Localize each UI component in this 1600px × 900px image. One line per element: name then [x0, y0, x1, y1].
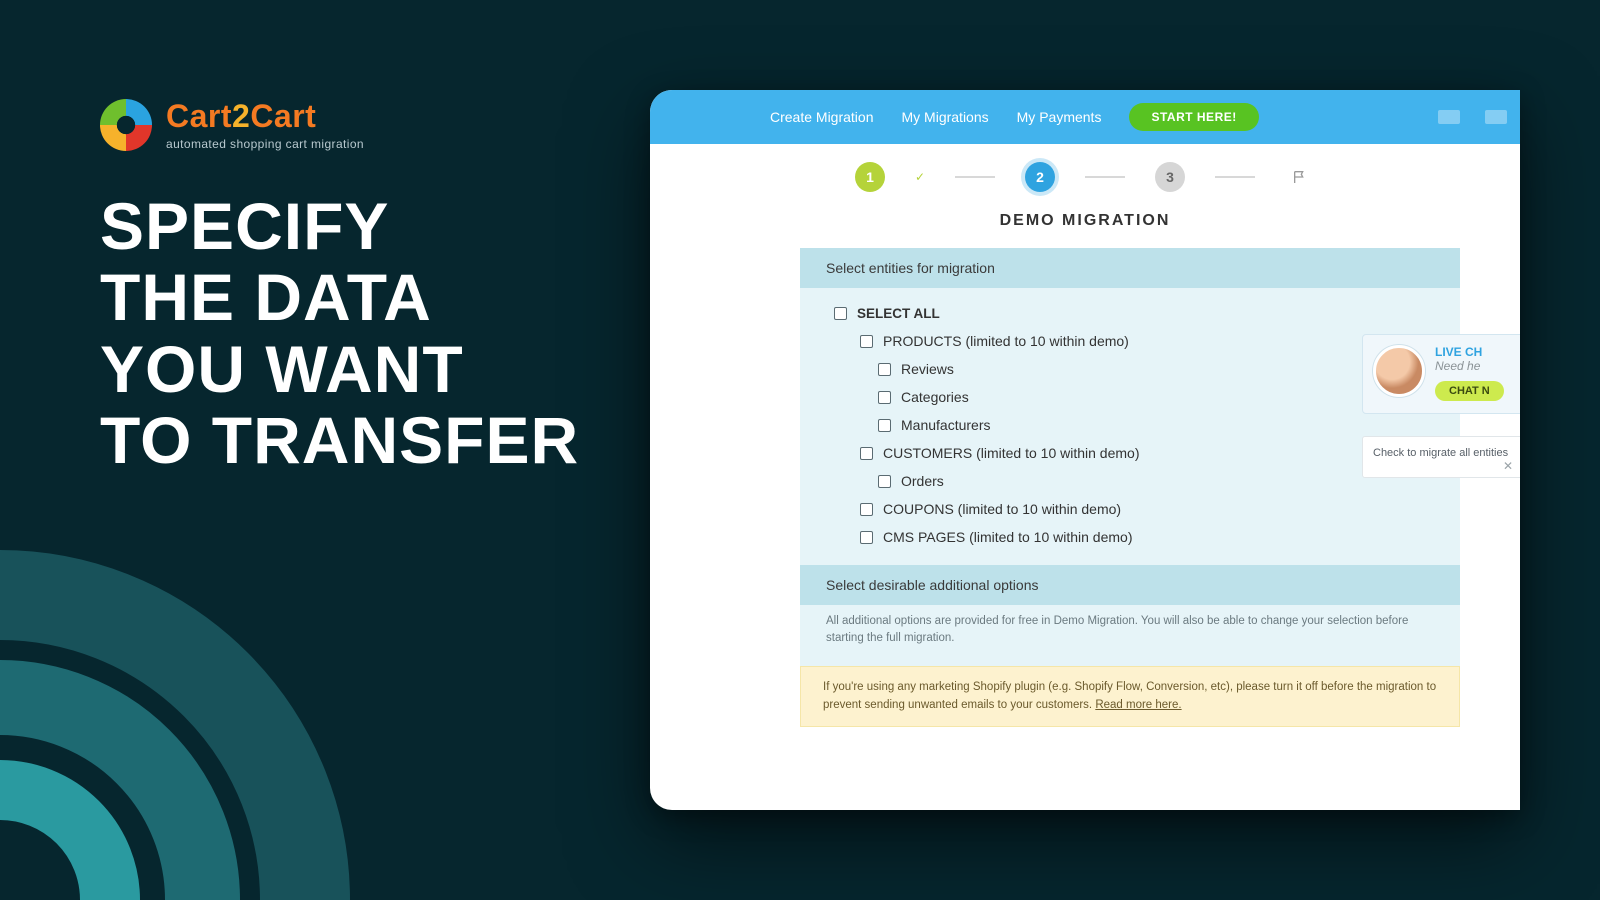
select-all-row[interactable]: SELECT ALL: [808, 300, 1452, 327]
products-label: PRODUCTS (limited to 10 within demo): [883, 333, 1129, 349]
brand-part2: 2: [232, 98, 250, 134]
customers-checkbox[interactable]: [860, 447, 873, 460]
entity-customers-row[interactable]: CUSTOMERS (limited to 10 within demo): [808, 439, 1452, 467]
close-icon[interactable]: ✕: [1503, 459, 1513, 473]
topbar: Create Migration My Migrations My Paymen…: [650, 90, 1520, 144]
nav-my-migrations[interactable]: My Migrations: [902, 109, 989, 125]
headline-line-4: TO TRANSFER: [100, 405, 620, 476]
coupons-label: COUPONS (limited to 10 within demo): [883, 501, 1121, 517]
entity-manufacturers-row[interactable]: Manufacturers: [808, 411, 1452, 439]
chat-title: LIVE CH: [1435, 345, 1504, 359]
live-chat-card[interactable]: LIVE CH Need he CHAT N: [1362, 334, 1520, 414]
side-widgets: LIVE CH Need he CHAT N Check to migrate …: [1362, 334, 1520, 478]
brand-tagline: automated shopping cart migration: [166, 137, 364, 151]
nav-my-payments[interactable]: My Payments: [1017, 109, 1102, 125]
step-1-label: 1: [866, 169, 874, 185]
step-finish[interactable]: [1285, 162, 1315, 192]
step-2-label: 2: [1036, 169, 1044, 185]
step-2[interactable]: 2: [1025, 162, 1055, 192]
chat-now-button[interactable]: CHAT N: [1435, 381, 1504, 401]
brand-name: Cart2Cart: [166, 98, 364, 135]
categories-checkbox[interactable]: [878, 391, 891, 404]
cms-checkbox[interactable]: [860, 531, 873, 544]
products-checkbox[interactable]: [860, 335, 873, 348]
start-here-button[interactable]: START HERE!: [1129, 103, 1258, 131]
headline-line-3: YOU WANT: [100, 334, 620, 405]
nav-create-migration[interactable]: Create Migration: [770, 109, 874, 125]
headline-line-1: SPECIFY: [100, 191, 620, 262]
topbar-right-placeholder: [1425, 90, 1520, 144]
hint-text: Check to migrate all entities: [1373, 447, 1508, 459]
step-divider: [955, 176, 995, 178]
hint-tooltip: Check to migrate all entities ✕: [1362, 436, 1520, 478]
check-icon: ✓: [915, 170, 925, 184]
logo-icon: [100, 99, 152, 151]
entities-section: Select entities for migration SELECT ALL…: [800, 248, 1460, 666]
headline-line-2: THE DATA: [100, 262, 620, 333]
stepper: 1 ✓ 2 3: [650, 158, 1520, 198]
select-all-checkbox[interactable]: [834, 307, 847, 320]
promo-panel: Cart2Cart automated shopping cart migrat…: [100, 98, 620, 476]
entity-reviews-row[interactable]: Reviews: [808, 355, 1452, 383]
headline: SPECIFY THE DATA YOU WANT TO TRANSFER: [100, 191, 620, 476]
options-note: All additional options are provided for …: [800, 605, 1460, 666]
entity-orders-row[interactable]: Orders: [808, 467, 1452, 495]
entity-categories-row[interactable]: Categories: [808, 383, 1452, 411]
logo: Cart2Cart automated shopping cart migrat…: [100, 98, 620, 151]
brand-part3: Cart: [250, 98, 316, 134]
orders-checkbox[interactable]: [878, 475, 891, 488]
cms-label: CMS PAGES (limited to 10 within demo): [883, 529, 1133, 545]
reviews-label: Reviews: [901, 361, 954, 377]
reviews-checkbox[interactable]: [878, 363, 891, 376]
coupons-checkbox[interactable]: [860, 503, 873, 516]
select-all-label: SELECT ALL: [857, 306, 940, 321]
step-divider: [1215, 176, 1255, 178]
step-1[interactable]: 1: [855, 162, 885, 192]
step-divider: [1085, 176, 1125, 178]
step-3[interactable]: 3: [1155, 162, 1185, 192]
entities-header: Select entities for migration: [800, 248, 1460, 288]
customers-label: CUSTOMERS (limited to 10 within demo): [883, 445, 1139, 461]
options-header: Select desirable additional options: [800, 565, 1460, 605]
orders-label: Orders: [901, 473, 944, 489]
app-window: Create Migration My Migrations My Paymen…: [650, 90, 1520, 810]
entity-coupons-row[interactable]: COUPONS (limited to 10 within demo): [808, 495, 1452, 523]
brand-part1: Cart: [166, 98, 232, 134]
step-3-label: 3: [1166, 169, 1174, 185]
page-title: DEMO MIGRATION: [650, 198, 1520, 248]
flag-icon: [1292, 169, 1308, 185]
entity-cms-row[interactable]: CMS PAGES (limited to 10 within demo): [808, 523, 1452, 551]
warning-notice: If you're using any marketing Shopify pl…: [800, 666, 1460, 727]
avatar: [1373, 345, 1425, 397]
entity-products-row[interactable]: PRODUCTS (limited to 10 within demo): [808, 327, 1452, 355]
manufacturers-checkbox[interactable]: [878, 419, 891, 432]
notice-readmore-link[interactable]: Read more here.: [1095, 699, 1181, 711]
chat-subtitle: Need he: [1435, 359, 1504, 373]
categories-label: Categories: [901, 389, 969, 405]
manufacturers-label: Manufacturers: [901, 417, 990, 433]
